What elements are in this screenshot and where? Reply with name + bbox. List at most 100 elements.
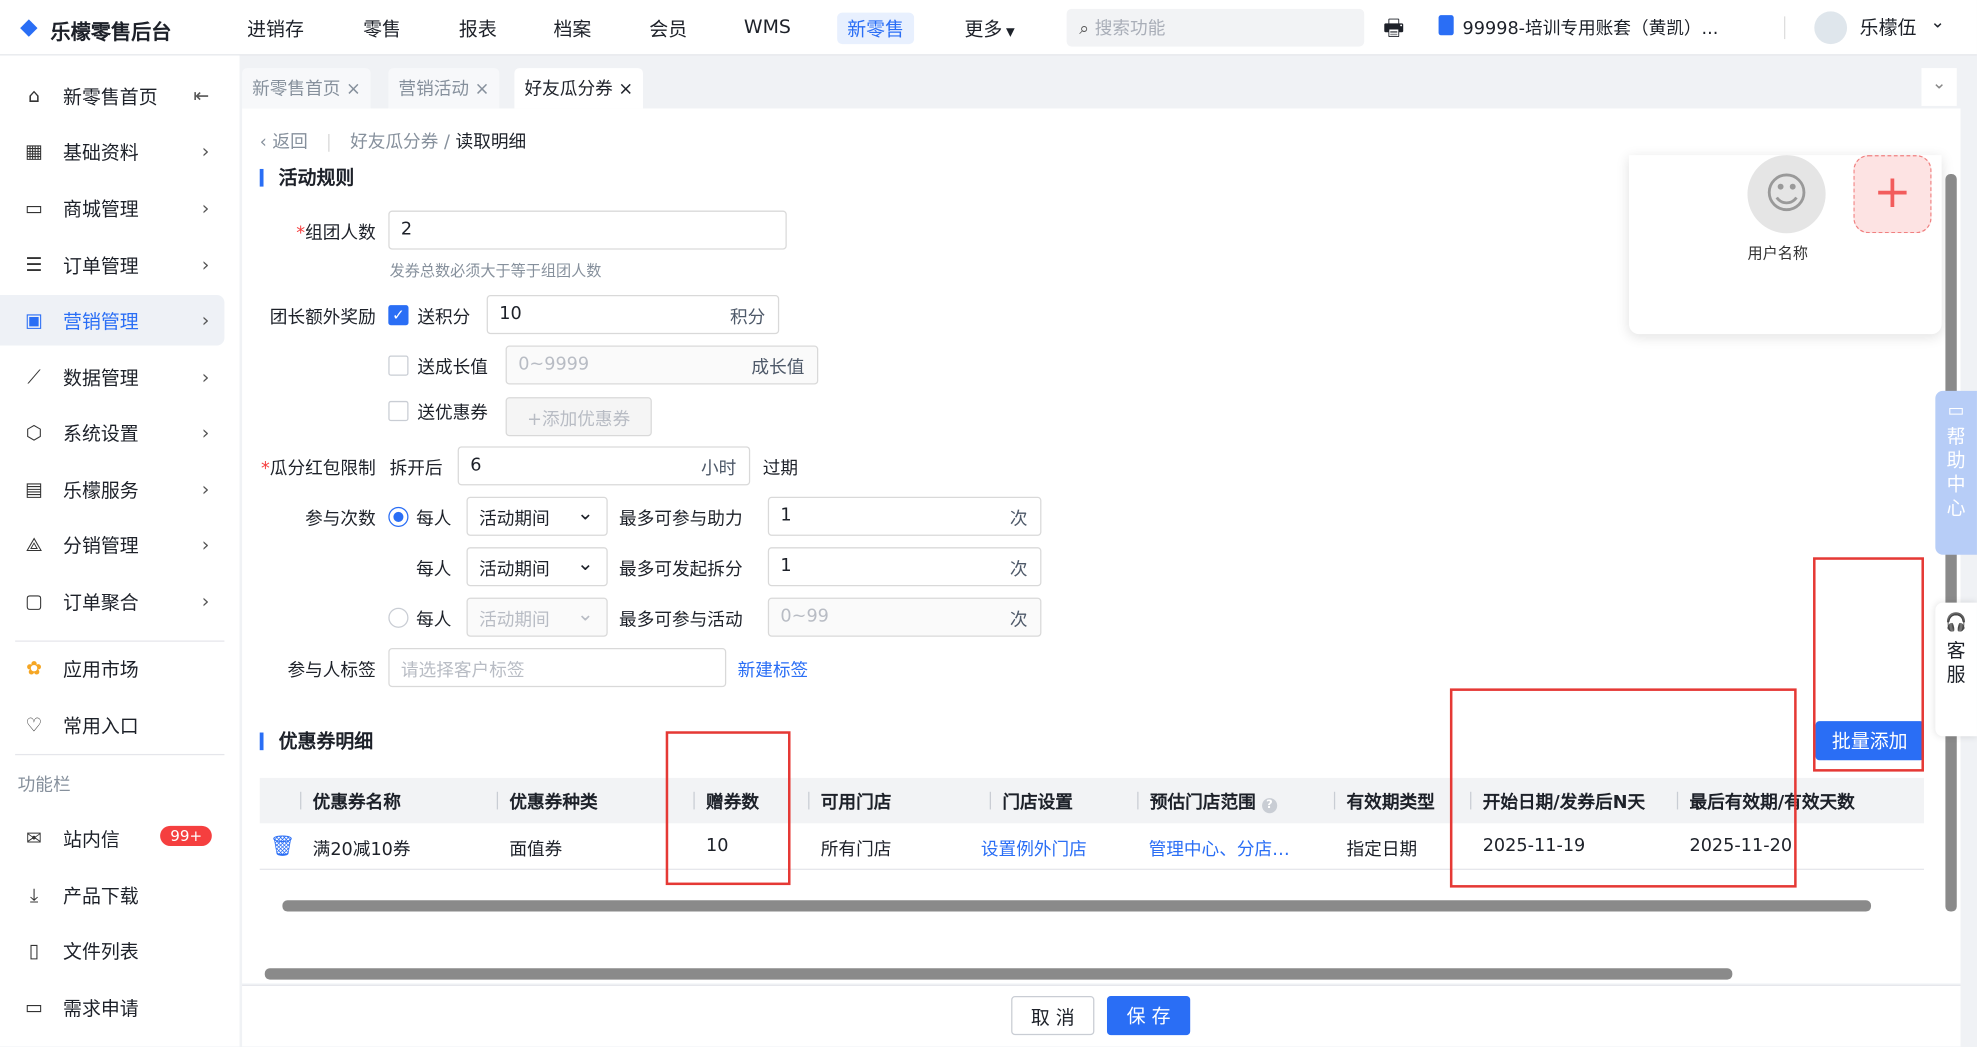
sidebar-item-marketing[interactable]: ▣ 营销管理 ›	[0, 295, 225, 346]
tabs-dropdown[interactable]: ⌄	[1921, 68, 1957, 106]
back-label: 返回	[272, 132, 308, 153]
sidebar-item-favorites[interactable]: ♡ 常用入口	[0, 700, 240, 750]
add-coupon-button[interactable]: +添加优惠券	[505, 397, 652, 437]
delete-icon[interactable]: 🗑	[270, 833, 296, 857]
chevron-right-icon: ›	[201, 253, 210, 277]
chevron-down-icon[interactable]: ⌄	[1930, 13, 1945, 33]
chart-icon: ⟋	[27, 365, 41, 389]
nav-new-retail[interactable]: 新零售	[837, 12, 915, 45]
sidebar-item-basic-data[interactable]: ▦ 基础资料 ›	[0, 126, 240, 176]
cancel-button[interactable]: 取 消	[1011, 996, 1095, 1036]
help-center-label: 帮助中心	[1944, 426, 1967, 522]
sidebar-item-distribution[interactable]: ⟁ 分销管理 ›	[0, 519, 240, 569]
logo-icon: ◆	[20, 13, 38, 41]
section-label: 功能栏	[17, 775, 71, 796]
tab-friend-coupon[interactable]: 好友瓜分券 ×	[514, 68, 644, 109]
times-radio-2[interactable]	[388, 607, 409, 628]
group-size-label: *组团人数	[296, 223, 376, 244]
tab-new-retail-home[interactable]: 新零售首页 ×	[242, 68, 371, 109]
points-input[interactable]: 10 积分	[486, 295, 780, 335]
group-size-input[interactable]: 2	[388, 210, 787, 250]
sidebar-item-settings[interactable]: ⬡ 系统设置 ›	[0, 407, 240, 457]
close-icon[interactable]: ×	[346, 79, 361, 99]
help-center-button[interactable]: ▭ 帮助中心	[1935, 390, 1977, 555]
coupon-checkbox[interactable]	[388, 400, 409, 422]
times-radio-1[interactable]	[388, 506, 409, 528]
sidebar-item-aggregate[interactable]: ▢ 订单聚合 ›	[0, 576, 240, 626]
avatar[interactable]	[1814, 11, 1848, 45]
close-icon[interactable]: ×	[618, 79, 633, 99]
customer-service-button[interactable]: 🎧 客服	[1935, 602, 1977, 737]
sidebar-item-app-market[interactable]: ✿ 应用市场	[0, 643, 240, 693]
sidebar: ⌂ 新零售首页 ⇤ ▦ 基础资料 › ▭ 商城管理 › ☰ 订单管理 › ▣ 营销管理 › ⟋ 数据管…	[0, 55, 240, 1047]
request-icon: ▭	[25, 996, 43, 1019]
close-icon[interactable]: ×	[475, 79, 490, 99]
assist-times-input[interactable]: 1次	[767, 496, 1042, 536]
page-horizontal-scrollbar[interactable]	[264, 968, 1733, 980]
split-times-input[interactable]: 1次	[767, 547, 1042, 587]
growth-label: 送成长值	[417, 358, 488, 379]
nav-more[interactable]: 更多 ▼	[954, 13, 1024, 45]
nav-archive[interactable]: 档案	[543, 13, 601, 45]
breadcrumb-parent[interactable]: 好友瓜分券	[350, 132, 438, 152]
tag-select[interactable]: 请选择客户标签	[388, 648, 727, 688]
store-range-link[interactable]: 管理中心、分店…	[1149, 836, 1290, 861]
col-coupon-type: 优惠券种类	[496, 789, 598, 814]
points-value: 10	[499, 303, 522, 325]
sidebar-item-downloads[interactable]: ⤓ 产品下载	[0, 870, 240, 920]
nav-retail[interactable]: 零售	[353, 13, 411, 45]
set-excluded-stores-link[interactable]: 设置例外门店	[981, 836, 1087, 861]
grid-icon: ▦	[25, 139, 43, 163]
back-link[interactable]: ‹ 返回	[260, 132, 308, 152]
col-coupon-name: 优惠券名称	[300, 789, 401, 814]
col-stores: 可用门店	[808, 789, 891, 814]
tab-marketing[interactable]: 营销活动 ×	[388, 68, 500, 109]
activity-times-input[interactable]: 0~99 次	[767, 597, 1042, 637]
limit-hours-value: 6	[470, 455, 482, 476]
sidebar-item-label: 系统设置	[63, 421, 139, 445]
sidebar-item-data[interactable]: ⟋ 数据管理 ›	[0, 352, 240, 402]
collapse-icon[interactable]: ⇤	[193, 84, 209, 107]
help-icon[interactable]: ?	[1261, 798, 1278, 814]
sidebar-item-mall[interactable]: ▭ 商城管理 ›	[0, 183, 240, 233]
sidebar-item-requests[interactable]: ▭ 需求申请	[0, 982, 240, 1032]
limit-hours-input[interactable]: 6 小时	[457, 446, 751, 486]
cell-coupon-type: 面值券	[509, 839, 563, 860]
unit: 次	[1009, 559, 1028, 580]
account-selector[interactable]: 99998-培训专用账套（黄凯）...	[1463, 15, 1719, 40]
nav-wms[interactable]: WMS	[734, 13, 801, 41]
sidebar-item-service[interactable]: ▤ 乐檬服务 ›	[0, 464, 240, 514]
home-icon: ⌂	[28, 84, 41, 108]
chevron-right-icon: ›	[201, 477, 210, 501]
col-validity-type: 有效期类型	[1333, 789, 1435, 814]
chevron-right-icon: ›	[201, 590, 210, 613]
chevron-right-icon: ›	[201, 139, 210, 163]
growth-checkbox[interactable]	[388, 355, 409, 376]
split-times-value: 1	[780, 556, 792, 577]
sidebar-item-label: 商城管理	[63, 197, 139, 221]
sidebar-item-files[interactable]: ▯ 文件列表	[0, 925, 240, 975]
annotation-box	[1813, 557, 1924, 772]
nav-member[interactable]: 会员	[639, 13, 697, 45]
limit-suffix: 过期	[762, 458, 799, 480]
sidebar-item-home[interactable]: ⌂ 新零售首页 ⇤	[0, 71, 240, 121]
annotation-box	[665, 731, 791, 886]
period-select-1[interactable]: 活动期间	[466, 496, 608, 536]
sidebar-item-messages[interactable]: ✉ 站内信 99+	[0, 813, 240, 863]
nav-reports[interactable]: 报表	[449, 13, 507, 45]
sidebar-item-label: 新零售首页	[63, 85, 158, 108]
printer-icon[interactable]: 🖶	[1383, 13, 1404, 51]
times-label: 参与次数	[305, 509, 376, 530]
sidebar-item-orders[interactable]: ☰ 订单管理 ›	[0, 240, 240, 290]
nav-jxc[interactable]: 进销存	[237, 13, 314, 45]
new-tag-link[interactable]: 新建标签	[738, 657, 809, 682]
period-select-3[interactable]: 活动期间	[466, 597, 608, 637]
table-horizontal-scrollbar[interactable]	[282, 900, 1872, 912]
points-checkbox[interactable]: ✓	[388, 305, 409, 326]
period-select-2[interactable]: 活动期间	[466, 547, 608, 587]
growth-placeholder: 0~9999	[518, 354, 590, 375]
growth-input[interactable]: 0~9999 成长值	[505, 345, 819, 385]
save-button[interactable]: 保 存	[1106, 996, 1191, 1036]
user-name[interactable]: 乐檬伍	[1860, 14, 1917, 40]
search-input[interactable]: ⌕ 搜索功能	[1066, 8, 1365, 47]
